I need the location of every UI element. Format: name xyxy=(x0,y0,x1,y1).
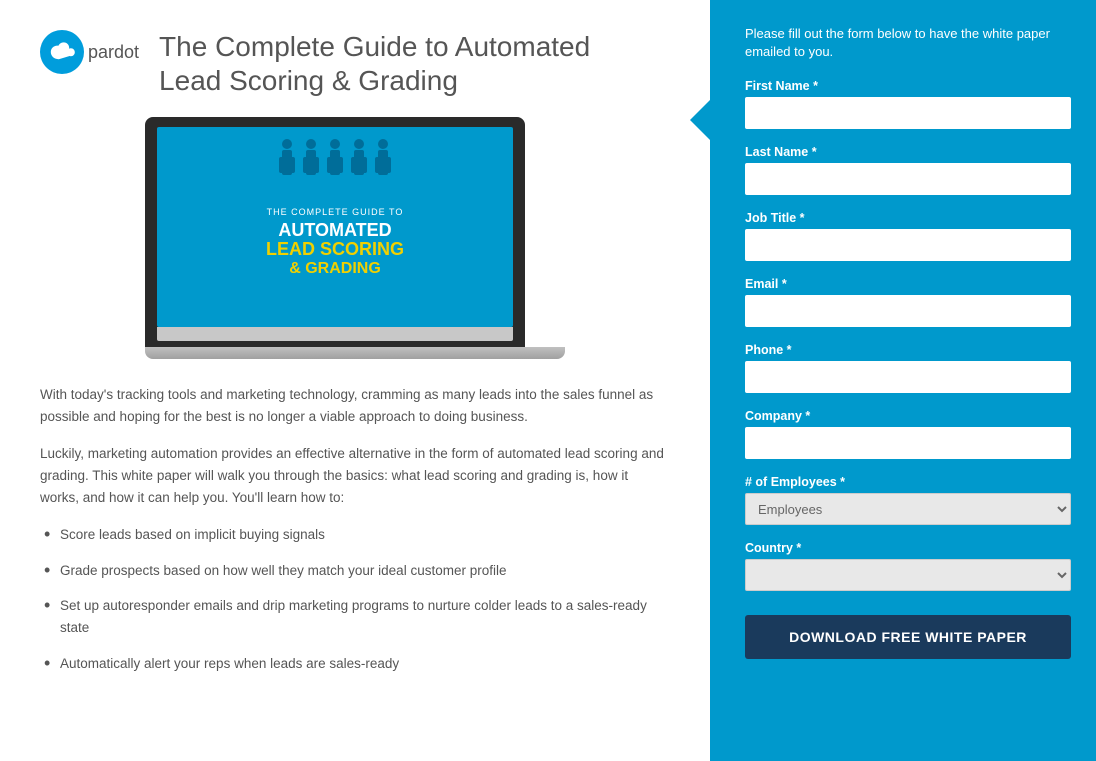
employees-group: # of Employees * Employees 1-10 11-50 51… xyxy=(745,475,1071,537)
laptop-bottom-bezel xyxy=(157,327,513,341)
phone-group: Phone * xyxy=(745,343,1071,405)
laptop-image-wrapper: THE COMPLETE GUIDE TO AUTOMATED LEAD SCO… xyxy=(40,117,670,359)
country-select[interactable]: United States United Kingdom Canada Aust… xyxy=(745,559,1071,591)
job-title-label: Job Title * xyxy=(745,211,1071,225)
left-panel: pardot The Complete Guide to Automated L… xyxy=(0,0,710,761)
phone-input[interactable] xyxy=(745,361,1071,393)
body-paragraph-1: With today's tracking tools and marketin… xyxy=(40,384,670,427)
last-name-input[interactable] xyxy=(745,163,1071,195)
list-item: Set up autoresponder emails and drip mar… xyxy=(40,595,670,638)
job-title-input[interactable] xyxy=(745,229,1071,261)
right-panel: Please fill out the form below to have t… xyxy=(710,0,1096,761)
screen-subtitle: THE COMPLETE GUIDE TO xyxy=(266,207,404,217)
salesforce-logo xyxy=(40,30,84,74)
screen-content: THE COMPLETE GUIDE TO AUTOMATED LEAD SCO… xyxy=(256,197,414,288)
logo-container: pardot xyxy=(40,30,139,74)
laptop-screen-inner: THE COMPLETE GUIDE TO AUTOMATED LEAD SCO… xyxy=(157,127,513,327)
last-name-group: Last Name * xyxy=(745,145,1071,207)
screen-title1: AUTOMATED xyxy=(266,221,404,241)
salesforce-cloud-icon xyxy=(46,41,78,63)
company-group: Company * xyxy=(745,409,1071,471)
body-paragraph-2: Luckily, marketing automation provides a… xyxy=(40,443,670,508)
screen-title2: LEAD SCORING xyxy=(266,240,404,260)
first-name-label: First Name * xyxy=(745,79,1071,93)
country-group: Country * United States United Kingdom C… xyxy=(745,541,1071,603)
page-title: The Complete Guide to Automated Lead Sco… xyxy=(159,30,590,97)
list-item: Score leads based on implicit buying sig… xyxy=(40,524,670,546)
laptop-image: THE COMPLETE GUIDE TO AUTOMATED LEAD SCO… xyxy=(145,117,565,359)
list-item: Grade prospects based on how well they m… xyxy=(40,560,670,582)
pardot-brand-text: pardot xyxy=(88,42,139,63)
header: pardot The Complete Guide to Automated L… xyxy=(40,30,670,97)
country-label: Country * xyxy=(745,541,1071,555)
company-label: Company * xyxy=(745,409,1071,423)
laptop-base xyxy=(145,347,565,359)
silhouettes xyxy=(278,135,392,185)
email-label: Email * xyxy=(745,277,1071,291)
job-title-group: Job Title * xyxy=(745,211,1071,273)
employees-label: # of Employees * xyxy=(745,475,1071,489)
download-button[interactable]: DOWNLOAD FREE WHITE PAPER xyxy=(745,615,1071,659)
form-intro-text: Please fill out the form below to have t… xyxy=(745,25,1071,61)
email-group: Email * xyxy=(745,277,1071,339)
list-item: Automatically alert your reps when leads… xyxy=(40,653,670,675)
lead-form: First Name * Last Name * Job Title * Ema… xyxy=(745,79,1071,659)
email-input[interactable] xyxy=(745,295,1071,327)
employees-select[interactable]: Employees 1-10 11-50 51-200 201-500 501-… xyxy=(745,493,1071,525)
first-name-input[interactable] xyxy=(745,97,1071,129)
bullet-list: Score leads based on implicit buying sig… xyxy=(40,524,670,674)
company-input[interactable] xyxy=(745,427,1071,459)
screen-title3: & GRADING xyxy=(266,260,404,278)
laptop-screen-outer: THE COMPLETE GUIDE TO AUTOMATED LEAD SCO… xyxy=(145,117,525,347)
first-name-group: First Name * xyxy=(745,79,1071,141)
last-name-label: Last Name * xyxy=(745,145,1071,159)
phone-label: Phone * xyxy=(745,343,1071,357)
